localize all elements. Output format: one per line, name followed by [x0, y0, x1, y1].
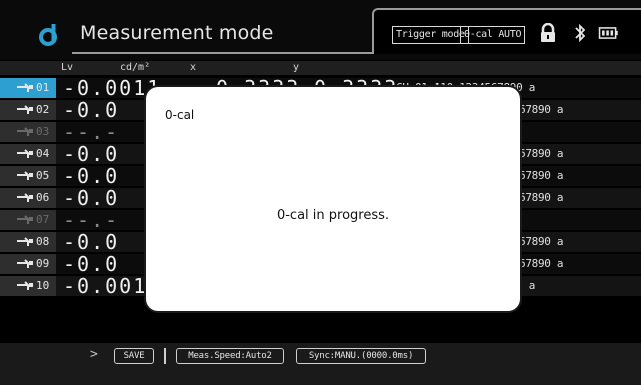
bottom-toolbar: > SAVE Meas.Speed:Auto2 Sync:MANU.(0000.…: [0, 343, 641, 385]
channel-cell[interactable]: 05: [0, 166, 56, 186]
lv-value: -0.0: [63, 252, 120, 276]
y-column-header: y: [293, 62, 300, 73]
logo-icon: [39, 24, 57, 46]
channel-cell[interactable]: 07: [0, 210, 56, 230]
channel-cell[interactable]: 01: [0, 78, 56, 98]
channel-cell[interactable]: 10: [0, 276, 56, 296]
channel-number: 06: [36, 191, 50, 204]
unit-column-header: cd/m²: [120, 62, 151, 73]
lv-value: --.-: [63, 120, 120, 144]
column-header-row: Lv cd/m² x y: [0, 61, 641, 75]
channel-number: 03: [36, 125, 50, 138]
save-button[interactable]: SAVE: [114, 348, 154, 364]
channel-number: 08: [36, 235, 50, 248]
channel-number: 07: [36, 213, 50, 226]
header-bar: Measurement mode Trigger mode 0-cal AUTO: [0, 0, 641, 60]
channel-cell[interactable]: 06: [0, 188, 56, 208]
channel-cell[interactable]: 02: [0, 100, 56, 120]
measurement-screen: Measurement mode Trigger mode 0-cal AUTO…: [0, 0, 641, 385]
lv-value: -0.0: [63, 98, 120, 122]
page-title: Measurement mode: [80, 22, 274, 44]
probe-info: 67890 a: [519, 191, 564, 204]
probe-info: 67890 a: [519, 147, 564, 160]
lv-value: -0.0: [63, 142, 120, 166]
channel-number: 01: [36, 81, 50, 94]
channel-number: 02: [36, 103, 50, 116]
probe-arrow-icon: [17, 149, 33, 158]
channel-cell[interactable]: 03: [0, 122, 56, 142]
probe-arrow-icon: [17, 237, 33, 246]
trigger-mode-badge[interactable]: Trigger mode: [392, 26, 469, 44]
channel-cell[interactable]: 04: [0, 144, 56, 164]
lv-value: -0.0: [63, 230, 120, 254]
lv-value: -0.0: [63, 164, 120, 188]
probe-info: 67890 a: [519, 169, 564, 182]
dialog-title: 0-cal: [165, 108, 195, 122]
probe-arrow-icon: [17, 281, 33, 290]
lv-value: --.-: [63, 208, 120, 232]
probe-info: 67890 a: [519, 235, 564, 248]
bluetooth-icon: [575, 23, 586, 43]
probe-arrow-icon: [17, 215, 33, 224]
chevron-right-icon[interactable]: >: [90, 347, 98, 362]
lv-column-header: Lv: [61, 62, 74, 73]
channel-number: 10: [36, 279, 50, 292]
channel-cell[interactable]: 08: [0, 232, 56, 252]
lv-value: -0.0: [63, 186, 120, 210]
probe-arrow-icon: [17, 193, 33, 202]
probe-arrow-icon: [17, 171, 33, 180]
probe-arrow-icon: [17, 127, 33, 136]
lock-icon: [541, 23, 555, 42]
x-column-header: x: [190, 62, 197, 73]
channel-number: 04: [36, 147, 50, 160]
sync-button[interactable]: Sync:MANU.(0000.0ms): [296, 348, 426, 364]
dialog-message: 0-cal in progress.: [276, 208, 390, 223]
probe-info: 67890 a: [519, 103, 564, 116]
battery-icon: [598, 27, 618, 39]
zero-cal-dialog: 0-cal 0-cal in progress.: [146, 87, 520, 311]
probe-arrow-icon: [17, 259, 33, 268]
title-underline: [72, 52, 372, 54]
probe-info: 67890 a: [519, 257, 564, 270]
probe-arrow-icon: [17, 83, 33, 92]
channel-number: 09: [36, 257, 50, 270]
toolbar-divider: [164, 348, 166, 364]
channel-cell[interactable]: 09: [0, 254, 56, 274]
zero-cal-auto-badge[interactable]: 0-cal AUTO: [460, 26, 526, 44]
meas-speed-button[interactable]: Meas.Speed:Auto2: [176, 348, 284, 364]
channel-number: 05: [36, 169, 50, 182]
probe-arrow-icon: [17, 105, 33, 114]
